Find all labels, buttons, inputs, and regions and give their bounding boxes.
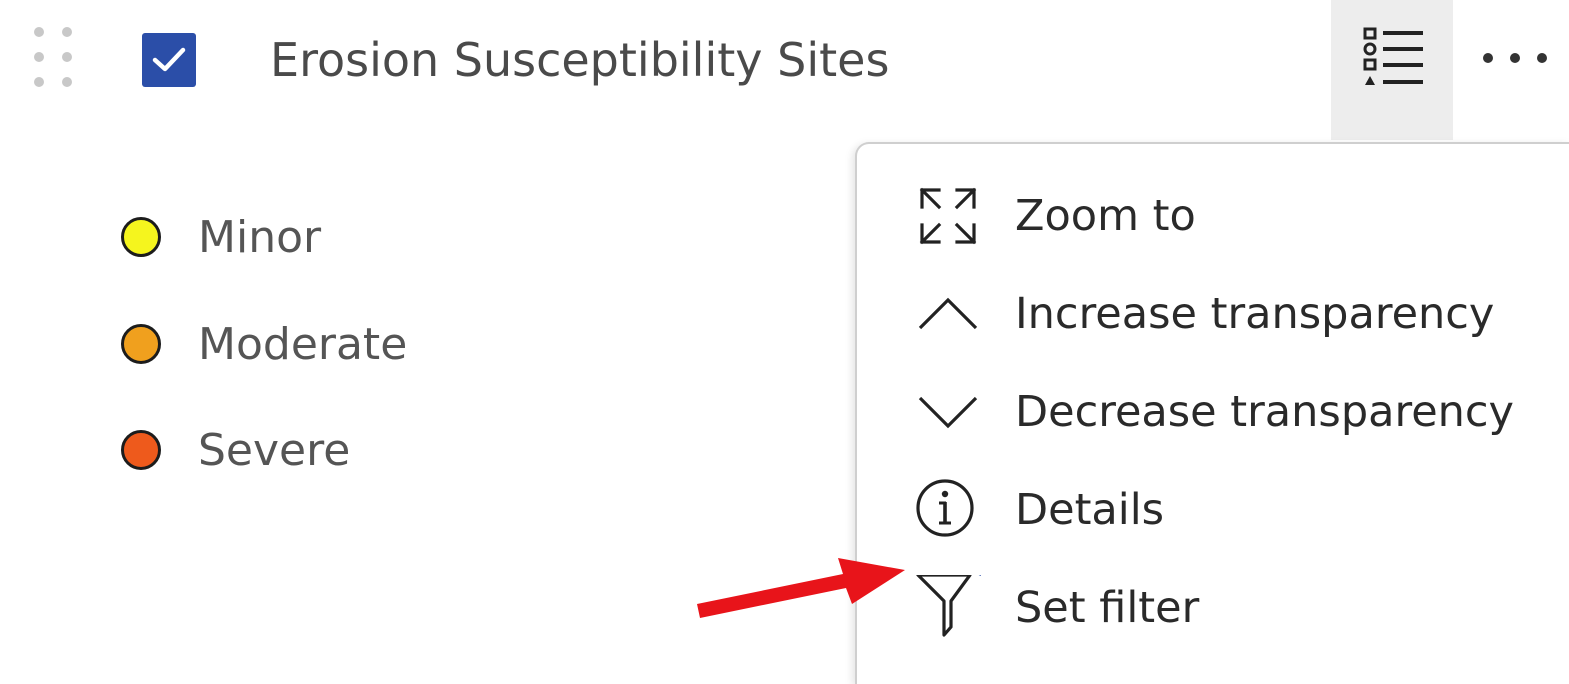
more-options-button[interactable] xyxy=(1470,36,1560,80)
layer-title[interactable]: Erosion Susceptibility Sites xyxy=(270,30,889,90)
menu-label-details: Details xyxy=(1015,485,1165,535)
legend-swatch-minor xyxy=(121,217,161,257)
checkmark-icon xyxy=(152,47,186,72)
menu-item-increase-transparency[interactable]: Increase transparency xyxy=(857,265,1569,363)
menu-label-decrease-transparency: Decrease transparency xyxy=(1015,387,1514,437)
legend-label-severe: Severe xyxy=(198,424,351,476)
menu-item-set-filter[interactable]: Set filter xyxy=(857,559,1569,657)
zoom-to-icon xyxy=(915,183,981,249)
menu-label-increase-transparency: Increase transparency xyxy=(1015,289,1495,339)
info-icon xyxy=(915,477,981,543)
legend-toggle-button[interactable] xyxy=(1331,0,1453,140)
menu-label-zoom-to: Zoom to xyxy=(1015,191,1196,241)
legend-list-icon xyxy=(1363,27,1423,85)
menu-item-details[interactable]: Details xyxy=(857,461,1569,559)
callout-arrow xyxy=(697,558,905,618)
legend-label-moderate: Moderate xyxy=(198,318,408,370)
ellipsis-icon xyxy=(1483,53,1547,63)
legend-swatch-moderate xyxy=(121,324,161,364)
filter-icon xyxy=(915,575,981,641)
chevron-up-icon xyxy=(915,281,981,347)
menu-item-zoom-to[interactable]: Zoom to xyxy=(857,167,1569,265)
legend-swatch-severe xyxy=(121,430,161,470)
legend-item-severe: Severe xyxy=(121,420,350,480)
menu-item-decrease-transparency[interactable]: Decrease transparency xyxy=(857,363,1569,461)
legend-label-minor: Minor xyxy=(198,211,322,263)
layer-drag-handle[interactable] xyxy=(28,22,78,92)
filter-active-indicator xyxy=(978,575,981,576)
chevron-down-icon xyxy=(915,379,981,445)
layer-visibility-checkbox[interactable] xyxy=(142,33,196,87)
legend-item-moderate: Moderate xyxy=(121,314,407,374)
legend-item-minor: Minor xyxy=(121,207,321,267)
layer-actions-menu: Zoom to Increase transparency Decrease t… xyxy=(855,142,1569,684)
menu-label-set-filter: Set filter xyxy=(1015,583,1200,633)
